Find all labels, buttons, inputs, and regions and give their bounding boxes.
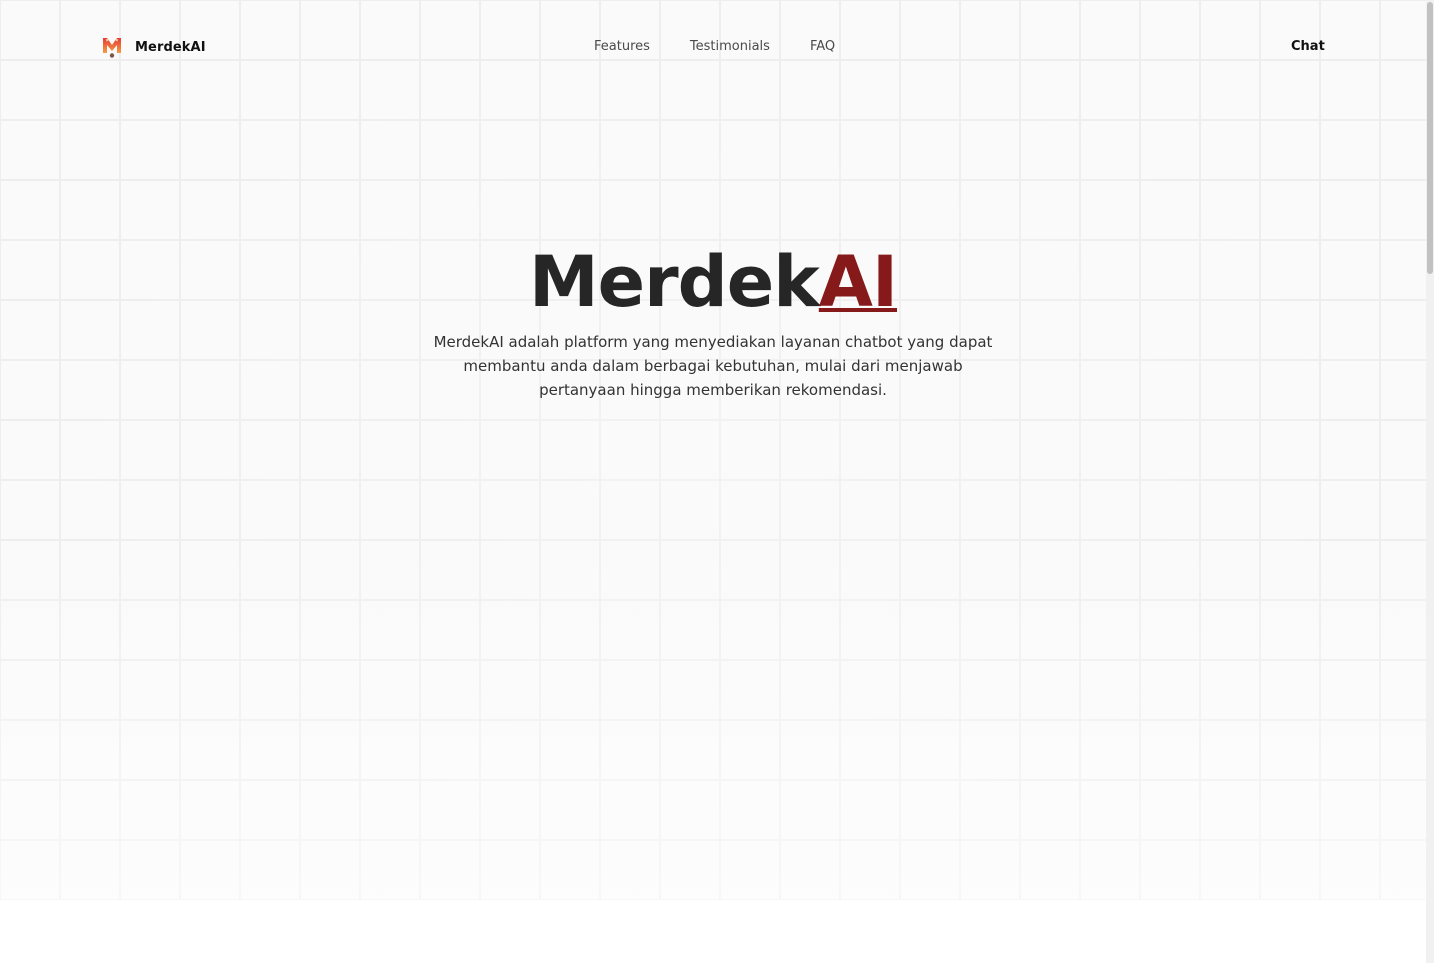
chat-link[interactable]: Chat xyxy=(1291,38,1325,56)
page: MerdekAI Features Testimonials FAQ Chat … xyxy=(0,0,1434,963)
brand-link[interactable]: MerdekAI xyxy=(101,35,206,59)
merdekai-logo-icon xyxy=(103,38,121,58)
scrollbar-thumb[interactable] xyxy=(1427,2,1433,274)
navbar: MerdekAI Features Testimonials FAQ Chat xyxy=(0,0,1426,94)
scrollbar[interactable] xyxy=(1426,0,1434,963)
hero-title-accent: AI xyxy=(818,241,898,323)
hero-description: MerdekAI adalah platform yang menyediaka… xyxy=(433,333,993,399)
nav-links: Features Testimonials FAQ xyxy=(594,38,835,56)
hero-title-main: Merdek xyxy=(528,241,820,323)
nav-link-testimonials[interactable]: Testimonials xyxy=(690,38,770,56)
nav-link-features[interactable]: Features xyxy=(594,38,650,56)
hero-title: MerdekAI xyxy=(0,238,1426,326)
grid-background xyxy=(0,0,1426,900)
nav-link-faq[interactable]: FAQ xyxy=(810,38,835,56)
hero-section: MerdekAI MerdekAI adalah platform yang m… xyxy=(0,238,1426,402)
brand-name: MerdekAI xyxy=(135,39,206,55)
